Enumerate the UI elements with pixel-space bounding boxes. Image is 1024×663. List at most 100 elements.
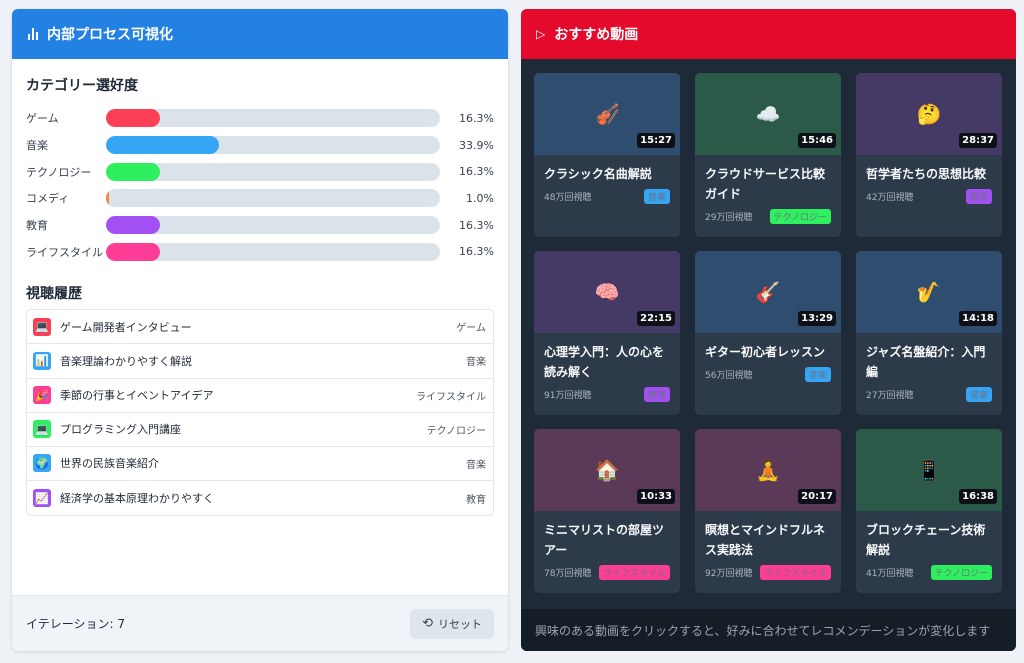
recommended-videos-panel: ▷ おすすめ動画 🎻 15:27 クラシック名曲解説 48万回視聴 音楽 ☁️ 15:46 ク… [521, 9, 1016, 651]
video-title: 瞑想とマインドフルネス実践法 [705, 523, 826, 557]
video-views: 91万回視聴 [544, 390, 592, 401]
video-info: 瞑想とマインドフルネス実践法 92万回視聴 ライフスタイル [695, 511, 841, 580]
video-card[interactable]: 🧠 22:15 心理学入門：人の心を読み解く 91万回視聴 教育 [534, 251, 680, 415]
preference-row: コメディ 1.0% [26, 185, 494, 212]
smartphone-icon: 📱 [916, 458, 942, 482]
preference-row: 音楽 33.9% [26, 132, 494, 159]
brain-icon: 🧠 [594, 280, 620, 304]
preference-bar-fill [106, 189, 110, 208]
video-info: ジャズ名盤紹介：入門編 27万回視聴 音楽 [856, 333, 1002, 402]
preference-bar-track [106, 136, 440, 155]
globe-icon: 🌍 [33, 454, 51, 473]
video-title: クラウドサービス比較ガイド [705, 167, 826, 201]
video-card[interactable]: 🧘 20:17 瞑想とマインドフルネス実践法 92万回視聴 ライフスタイル [695, 429, 841, 593]
video-thumbnail[interactable]: 🤔 28:37 [856, 73, 1002, 155]
bar-chart-icon [28, 28, 38, 40]
video-card[interactable]: 🎸 13:29 ギター初心者レッスン 56万回視聴 音楽 [695, 251, 841, 415]
iteration-counter: イテレーション: 7 [26, 617, 126, 631]
history-item-title: ゲーム開発者インタビュー [60, 320, 192, 334]
video-meta: 48万回視聴 音楽 [544, 188, 670, 204]
history-item[interactable]: 📈 経済学の基本原理わかりやすく 教育 [27, 481, 493, 515]
video-card[interactable]: ☁️ 15:46 クラウドサービス比較ガイド 29万回視聴 テクノロジー [695, 73, 841, 237]
history-item[interactable]: 💻 ゲーム開発者インタビュー ゲーム [27, 310, 493, 345]
video-duration: 14:18 [959, 311, 997, 326]
video-info: ギター初心者レッスン 56万回視聴 音楽 [695, 333, 841, 382]
video-views: 27万回視聴 [866, 390, 914, 401]
visualization-header: 内部プロセス可視化 [12, 9, 508, 59]
video-thumbnail[interactable]: 🎷 14:18 [856, 251, 1002, 333]
preference-list: ゲーム 16.3% 音楽 33.9% テクノロジー 16.3% コメディ 1.0% 教育 16.3… [26, 105, 494, 265]
video-title: 哲学者たちの思想比較 [866, 167, 987, 181]
refresh-icon: ⟲ [422, 616, 433, 631]
video-card[interactable]: 🤔 28:37 哲学者たちの思想比較 42万回視聴 教育 [856, 73, 1002, 237]
video-duration: 15:46 [798, 133, 836, 148]
violin-icon: 🎻 [594, 102, 620, 126]
video-info: ミニマリストの部屋ツアー 78万回視聴 ライフスタイル [534, 511, 680, 580]
recommended-title: おすすめ動画 [554, 27, 639, 43]
video-duration: 15:27 [637, 133, 675, 148]
recommendation-hint: 興味のある動画をクリックすると、好みに合わせてレコメンデーションが変化します [521, 609, 1016, 651]
video-category-tag: 教育 [643, 386, 670, 402]
video-info: クラシック名曲解説 48万回視聴 音楽 [534, 155, 680, 204]
video-duration: 22:15 [637, 311, 675, 326]
preference-name: 音楽 [26, 139, 48, 153]
video-category-tag: 音楽 [965, 386, 992, 402]
video-category-tag: 教育 [965, 188, 992, 204]
history-item-category: ライフスタイル [416, 391, 486, 403]
video-thumbnail[interactable]: 🏠 10:33 [534, 429, 680, 511]
play-icon: ▷ [536, 27, 546, 41]
preference-name: 教育 [26, 219, 48, 233]
video-info: 心理学入門：人の心を読み解く 91万回視聴 教育 [534, 333, 680, 402]
house-icon: 🏠 [594, 458, 620, 482]
video-views: 42万回視聴 [866, 192, 914, 203]
preference-name: テクノロジー [26, 165, 92, 179]
video-meta: 78万回視聴 ライフスタイル [544, 564, 670, 580]
reset-button[interactable]: ⟲ リセット [410, 608, 494, 639]
preference-row: テクノロジー 16.3% [26, 158, 494, 185]
video-category-tag: ライフスタイル [598, 564, 670, 580]
video-card[interactable]: 🎷 14:18 ジャズ名盤紹介：入門編 27万回視聴 音楽 [856, 251, 1002, 415]
video-card[interactable]: 📱 16:38 ブロックチェーン技術解説 41万回視聴 テクノロジー [856, 429, 1002, 593]
video-card[interactable]: 🏠 10:33 ミニマリストの部屋ツアー 78万回視聴 ライフスタイル [534, 429, 680, 593]
video-card[interactable]: 🎻 15:27 クラシック名曲解説 48万回視聴 音楽 [534, 73, 680, 237]
history-item-title: 経済学の基本原理わかりやすく [60, 492, 214, 506]
preference-percent: 16.3% [459, 218, 494, 232]
history-item-title: 季節の行事とイベントアイデア [60, 389, 214, 403]
video-views: 92万回視聴 [705, 568, 753, 579]
trend-chart-icon: 📈 [33, 489, 51, 508]
history-item[interactable]: 🌍 世界の民族音楽紹介 音楽 [27, 447, 493, 482]
video-title: ブロックチェーン技術解説 [866, 523, 986, 557]
video-thumbnail[interactable]: ☁️ 15:46 [695, 73, 841, 155]
preference-name: コメディ [26, 192, 70, 206]
preferences-title: カテゴリー選好度 [26, 78, 138, 94]
preference-row: ライフスタイル 16.3% [26, 238, 494, 265]
video-meta: 91万回視聴 教育 [544, 386, 670, 402]
reset-label: リセット [438, 617, 482, 631]
history-item[interactable]: 💻 プログラミング入門講座 テクノロジー [27, 413, 493, 447]
video-thumbnail[interactable]: 🎻 15:27 [534, 73, 680, 155]
video-thumbnail[interactable]: 🧠 22:15 [534, 251, 680, 333]
video-thumbnail[interactable]: 🎸 13:29 [695, 251, 841, 333]
process-visualization-panel: 内部プロセス可視化 カテゴリー選好度 ゲーム 16.3% 音楽 33.9% テクノロジー… [12, 9, 508, 651]
history-item[interactable]: 🎉 季節の行事とイベントアイデア ライフスタイル [27, 379, 493, 413]
laptop-icon: 💻 [33, 420, 51, 439]
video-title: 心理学入門：人の心を読み解く [544, 345, 665, 379]
video-thumbnail[interactable]: 📱 16:38 [856, 429, 1002, 511]
visualization-footer: イテレーション: 7 ⟲ リセット [12, 595, 508, 651]
video-duration: 28:37 [959, 133, 997, 148]
preference-name: ゲーム [26, 112, 59, 126]
preference-name: ライフスタイル [26, 245, 103, 259]
video-category-tag: 音楽 [643, 188, 670, 204]
history-item[interactable]: 📊 音楽理論わかりやすく解説 音楽 [27, 344, 493, 379]
video-thumbnail[interactable]: 🧘 20:17 [695, 429, 841, 511]
preference-bar-track [106, 162, 440, 181]
video-meta: 92万回視聴 ライフスタイル [705, 564, 831, 580]
video-title: ジャズ名盤紹介：入門編 [866, 345, 986, 379]
video-views: 48万回視聴 [544, 192, 592, 203]
video-views: 41万回視聴 [866, 568, 914, 579]
video-meta: 42万回視聴 教育 [866, 188, 992, 204]
video-title: クラシック名曲解説 [544, 167, 652, 181]
preference-percent: 16.3% [459, 165, 494, 179]
guitar-icon: 🎸 [755, 280, 781, 304]
preference-row: 教育 16.3% [26, 212, 494, 239]
